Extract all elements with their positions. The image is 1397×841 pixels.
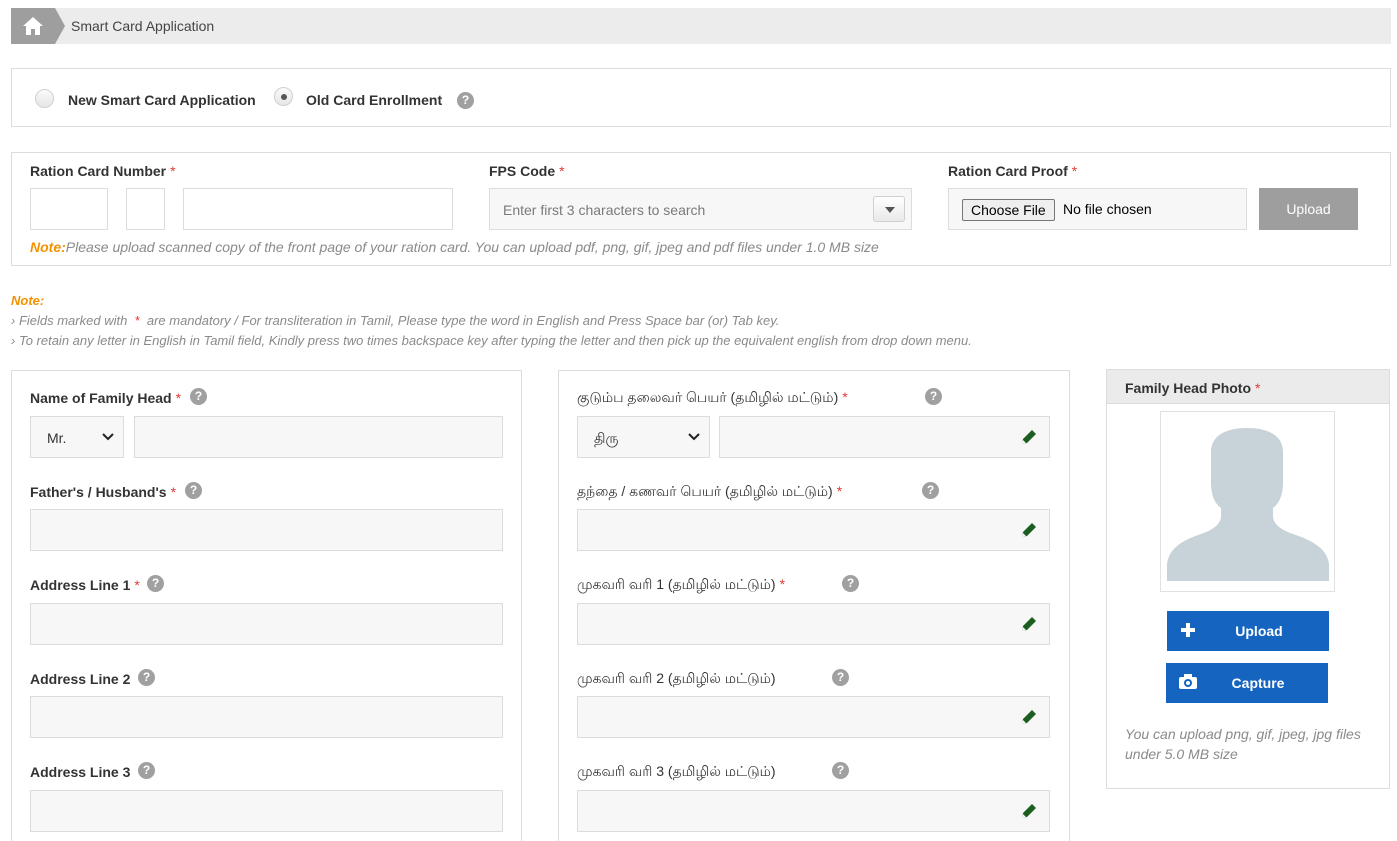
tamil-address-line-2-label: முகவரி வரி 2 (தமிழில் மட்டும்) [577,670,776,686]
plus-icon [1181,623,1195,637]
family-head-help-icon[interactable]: ? [190,388,207,405]
old-card-enrollment-label[interactable]: Old Card Enrollment [306,92,442,108]
tamil-address-line-1-input[interactable] [577,603,1050,645]
family-head-photo-title: Family Head Photo * [1125,380,1261,396]
family-head-name-input[interactable] [134,416,503,458]
tamil-father-husband-input[interactable] [577,509,1050,551]
address-line-1-input[interactable] [30,603,503,645]
tamil-family-head-input[interactable] [719,416,1050,458]
ration-proof-note: Note:Please upload scanned copy of the f… [30,239,879,255]
new-smart-card-label[interactable]: New Smart Card Application [68,92,256,108]
fps-code-select[interactable]: Enter first 3 characters to search [489,188,912,230]
father-husband-help-icon[interactable]: ? [185,482,202,499]
chevron-down-icon [102,433,114,441]
fps-code-placeholder: Enter first 3 characters to search [503,202,706,218]
address-line-3-help-icon[interactable]: ? [138,762,155,779]
address-line-3-input[interactable] [30,790,503,832]
help-icon[interactable]: ? [457,92,474,109]
camera-icon [1179,674,1197,689]
photo-capture-button[interactable]: Capture [1166,663,1328,703]
tamil-family-head-help-icon[interactable]: ? [925,388,942,405]
breadcrumb: Smart Card Application [11,8,1391,44]
pencil-icon[interactable] [1019,520,1039,540]
family-head-label: Name of Family Head * [30,390,182,406]
tamil-address-line-1-label: முகவரி வரி 1 (தமிழில் மட்டும்) * [577,576,786,592]
photo-note-line-2: under 5.0 MB size [1125,746,1238,762]
photo-upload-button[interactable]: Upload [1167,611,1329,651]
fps-code-label: FPS Code * [489,163,565,179]
new-smart-card-radio[interactable] [35,89,54,108]
ration-card-proof-file: Choose File No file chosen [948,188,1247,230]
home-icon [23,17,43,35]
ration-card-proof-label: Ration Card Proof * [948,163,1078,179]
father-husband-input[interactable] [30,509,503,551]
ration-proof-upload-button[interactable]: Upload [1259,188,1358,230]
tamil-title-select[interactable]: திரு [577,416,710,458]
tamil-address-line-3-input[interactable] [577,790,1050,832]
breadcrumb-current: Smart Card Application [71,18,215,34]
photo-note-line-1: You can upload png, gif, jpeg, jpg files [1125,726,1361,742]
tamil-family-head-label: குடும்ப தலைவர் பெயர் (தமிழில் மட்டும்) * [577,389,848,405]
pencil-icon[interactable] [1019,614,1039,634]
pencil-icon[interactable] [1019,707,1039,727]
general-note-line-2: › To retain any letter in English in Tam… [11,333,972,348]
address-line-2-help-icon[interactable]: ? [138,669,155,686]
old-card-enrollment-radio[interactable] [274,87,293,106]
address-line-3-label: Address Line 3 [30,764,131,780]
address-line-2-label: Address Line 2 [30,671,131,687]
father-husband-label: Father's / Husband's * [30,484,177,500]
pencil-icon[interactable] [1019,427,1039,447]
caret-down-icon[interactable] [873,196,905,222]
general-note-line-1: › Fields marked with * are mandatory / F… [11,313,780,328]
home-link[interactable] [11,8,65,44]
address-line-2-input[interactable] [30,696,503,738]
tamil-address-line-2-help-icon[interactable]: ? [832,669,849,686]
general-note-title: Note: [11,293,45,308]
ration-card-number-part1[interactable] [30,188,108,230]
tamil-father-husband-label: தந்தை / கணவர் பெயர் (தமிழில் மட்டும்) * [577,483,843,499]
title-select[interactable]: Mr. [30,416,124,458]
address-line-1-help-icon[interactable]: ? [147,575,164,592]
tamil-address-line-3-label: முகவரி வரி 3 (தமிழில் மட்டும்) [577,763,776,779]
tamil-address-line-3-help-icon[interactable]: ? [832,762,849,779]
chevron-down-icon [688,433,700,441]
tamil-address-line-1-help-icon[interactable]: ? [842,575,859,592]
family-head-photo-header: Family Head Photo * [1107,370,1389,404]
choose-file-button[interactable]: Choose File [962,199,1055,221]
tamil-father-husband-help-icon[interactable]: ? [922,482,939,499]
ration-card-number-part3[interactable] [183,188,453,230]
ration-card-number-label: Ration Card Number * [30,163,176,179]
pencil-icon[interactable] [1019,801,1039,821]
ration-card-number-part2[interactable] [126,188,165,230]
avatar-placeholder-icon [1167,428,1329,581]
address-line-1-label: Address Line 1 * [30,577,140,593]
no-file-text: No file chosen [1063,201,1152,217]
photo-preview [1160,411,1335,592]
tamil-address-line-2-input[interactable] [577,696,1050,738]
